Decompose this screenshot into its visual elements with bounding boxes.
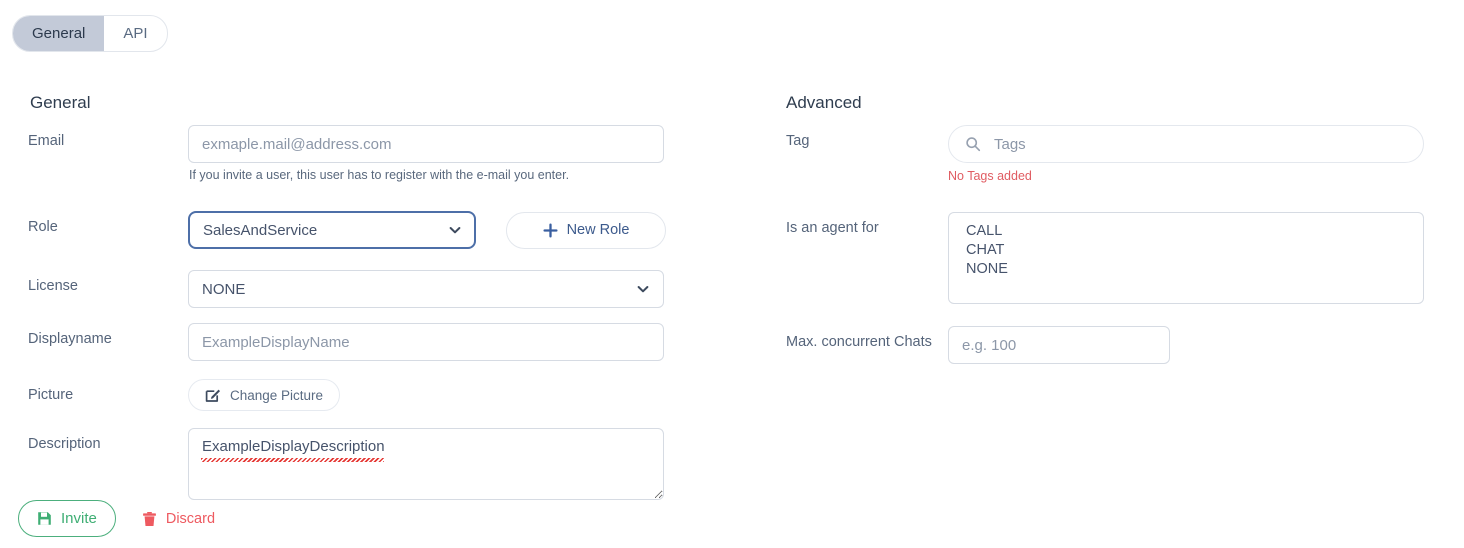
field-row-license: License NONE: [0, 270, 740, 308]
tab-api[interactable]: API: [104, 16, 166, 51]
new-role-label: New Role: [566, 222, 630, 238]
invite-label: Invite: [61, 510, 97, 527]
advanced-section-title: Advanced: [786, 93, 862, 112]
description-wrapper: ExampleDisplayDescription: [188, 428, 664, 505]
email-input[interactable]: [188, 125, 664, 163]
advanced-panel: Advanced Tag No Tags added Is an agent f…: [758, 82, 1464, 364]
max-chats-input[interactable]: [948, 326, 1170, 364]
description-textarea[interactable]: ExampleDisplayDescription: [188, 428, 664, 500]
general-section-title: General: [30, 93, 91, 112]
save-icon: [37, 511, 52, 526]
picture-label: Picture: [28, 387, 74, 403]
invite-button[interactable]: Invite: [18, 500, 116, 537]
plus-icon: [543, 222, 558, 238]
tab-bar: General API: [12, 15, 168, 52]
email-hint: If you invite a user, this user has to r…: [189, 168, 570, 182]
discard-button[interactable]: Discard: [142, 511, 215, 527]
field-row-role: Role SalesAndService New Role: [0, 211, 740, 249]
license-select-wrapper: NONE: [188, 270, 664, 308]
role-select-wrapper: SalesAndService: [188, 211, 476, 249]
tag-input[interactable]: [992, 134, 1407, 154]
description-label: Description: [28, 436, 101, 452]
role-label: Role: [28, 219, 58, 235]
agent-for-option[interactable]: CALL: [949, 222, 1423, 241]
role-select[interactable]: SalesAndService: [188, 211, 476, 249]
new-role-button[interactable]: New Role: [506, 211, 666, 249]
displayname-input[interactable]: [188, 323, 664, 361]
email-label: Email: [28, 133, 65, 149]
max-chats-label: Max. concurrent Chats: [786, 334, 932, 350]
field-row-description: Description ExampleDisplayDescription: [0, 428, 740, 505]
tab-general[interactable]: General: [13, 16, 105, 51]
agent-for-option[interactable]: NONE: [949, 260, 1423, 279]
form-actions: Invite Discard: [18, 500, 215, 537]
field-row-max-chats: Max. concurrent Chats: [758, 326, 1464, 364]
agent-for-option[interactable]: CHAT: [949, 241, 1423, 260]
change-picture-label: Change Picture: [230, 387, 324, 403]
change-picture-button[interactable]: Change Picture: [188, 379, 341, 411]
field-row-agent-for: Is an agent for CALL CHAT NONE: [758, 212, 1464, 304]
displayname-label: Displayname: [28, 331, 112, 347]
field-row-displayname: Displayname: [0, 323, 740, 361]
tag-empty-note: No Tags added: [948, 169, 1032, 183]
field-row-email: Email If you invite a user, this user ha…: [0, 125, 740, 182]
agent-for-listbox[interactable]: CALL CHAT NONE: [948, 212, 1424, 304]
tag-label: Tag: [786, 133, 810, 149]
field-row-picture: Picture Change Picture: [0, 379, 740, 411]
trash-icon: [142, 511, 157, 527]
general-panel: General Email If you invite a user, this…: [0, 82, 740, 505]
agent-for-label: Is an agent for: [786, 220, 879, 236]
license-label: License: [28, 278, 78, 294]
edit-square-icon: [205, 387, 221, 403]
search-icon: [965, 136, 981, 152]
license-select[interactable]: NONE: [188, 270, 664, 308]
discard-label: Discard: [165, 510, 216, 527]
field-row-tag: Tag No Tags added: [758, 125, 1464, 183]
tag-search-box[interactable]: [948, 125, 1424, 163]
